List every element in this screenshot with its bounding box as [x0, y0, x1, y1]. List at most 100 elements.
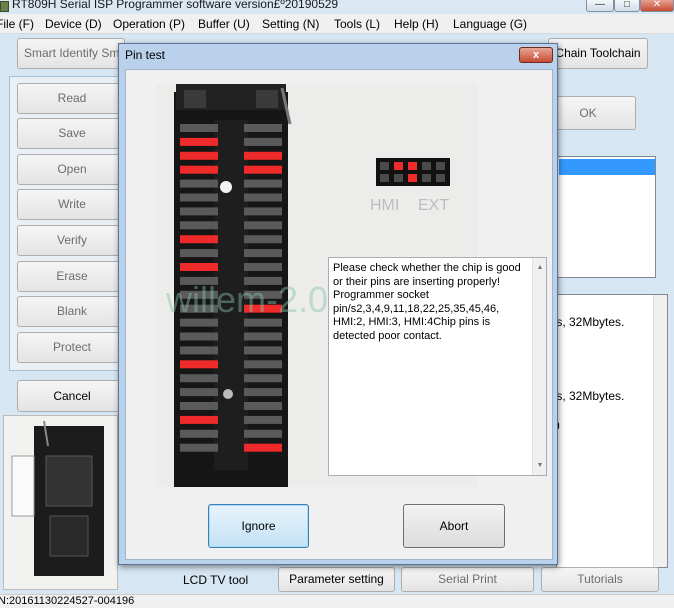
cancel-button[interactable]: Cancel: [17, 380, 127, 412]
socket-pin: [180, 374, 218, 383]
hmi-pin: [436, 162, 445, 170]
socket-pin: [244, 332, 282, 341]
hmi-pin-bad: [408, 162, 417, 170]
menu-file[interactable]: File (F): [0, 17, 34, 31]
socket-pin-bad: [244, 443, 282, 452]
socket-pin-bad: [180, 235, 218, 244]
socket-pin: [244, 221, 282, 230]
socket-pin: [244, 137, 282, 146]
abort-button[interactable]: Abort: [403, 504, 505, 548]
tutorials-tab[interactable]: Tutorials: [541, 567, 659, 592]
read-button[interactable]: Read: [17, 83, 127, 114]
socket-pin: [244, 415, 282, 424]
blank-button[interactable]: Blank: [17, 296, 127, 327]
close-window-button[interactable]: ✕: [640, 0, 674, 12]
socket-pin-bad: [180, 151, 218, 160]
socket-pin: [180, 429, 218, 438]
dialog-body: HMI EXT willem-2.0 Please check whether …: [125, 69, 553, 560]
menu-tools[interactable]: Tools (L): [334, 17, 380, 31]
ext-label: EXT: [418, 197, 449, 214]
socket-pin: [180, 346, 218, 355]
write-button[interactable]: Write: [17, 189, 127, 220]
socket-pin: [180, 443, 218, 452]
socket-pin: [244, 235, 282, 244]
erase-button[interactable]: Erase: [17, 261, 127, 292]
socket-pin: [244, 360, 282, 369]
socket-pin: [244, 374, 282, 383]
socket-pin: [180, 249, 218, 258]
menu-device[interactable]: Device (D): [45, 17, 102, 31]
socket-pin: [180, 207, 218, 216]
save-button[interactable]: Save: [17, 118, 127, 149]
socket-pin: [244, 429, 282, 438]
selected-list-item[interactable]: [559, 159, 655, 175]
log-line: ts, 32Mbytes.: [553, 389, 625, 403]
socket-pin: [244, 193, 282, 202]
socket-pin-bad: [180, 165, 218, 174]
socket-pin-bad: [180, 415, 218, 424]
log-output: ts, 32Mbytes. ts, 32Mbytes. 0: [553, 294, 668, 568]
lcd-tv-tool-tab[interactable]: LCD TV tool: [183, 573, 248, 587]
socket-pin-bad: [180, 263, 218, 271]
menu-help[interactable]: Help (H): [394, 17, 439, 31]
socket-pin-bad: [244, 165, 282, 174]
socket-pin: [180, 193, 218, 202]
socket-pin: [180, 332, 218, 341]
menu-language[interactable]: Language (G): [453, 17, 527, 31]
ignore-button[interactable]: Ignore: [208, 504, 309, 548]
socket-pin: [244, 207, 282, 216]
parameter-setting-tab[interactable]: Parameter setting: [278, 567, 395, 592]
scroll-down-icon[interactable]: ▼: [533, 459, 547, 473]
socket-hole-top: [220, 181, 232, 193]
smart-identify-button[interactable]: Smart Identify Sm: [17, 38, 125, 69]
dialog-title: Pin test: [125, 48, 166, 62]
title-bar: RT809H Serial ISP Programmer software ve…: [0, 0, 674, 14]
hmi-label: HMI: [370, 197, 399, 214]
minimize-button[interactable]: —: [586, 0, 614, 12]
chip-socket-photo: [3, 415, 118, 590]
menu-setting[interactable]: Setting (N): [262, 17, 319, 31]
hmi-pin: [380, 162, 389, 170]
hmi-pin: [380, 174, 389, 182]
maximize-button[interactable]: □: [614, 0, 640, 12]
window-title: RT809H Serial ISP Programmer software ve…: [12, 0, 339, 11]
socket-pin: [244, 346, 282, 355]
message-scrollbar[interactable]: ▲ ▼: [532, 258, 546, 475]
socket-pin-bad: [244, 151, 282, 160]
hmi-pin: [422, 162, 431, 170]
menu-bar: File (F) Device (D) Operation (P) Buffer…: [0, 14, 674, 34]
menu-operation[interactable]: Operation (P): [113, 17, 185, 31]
status-text: N:20161130224527-004196: [0, 595, 135, 607]
protect-button[interactable]: Protect: [17, 332, 127, 363]
menu-buffer[interactable]: Buffer (U): [198, 17, 250, 31]
device-list[interactable]: [556, 156, 656, 278]
hmi-pin: [394, 174, 403, 182]
verify-button[interactable]: Verify: [17, 225, 127, 256]
serial-print-tab[interactable]: Serial Print: [401, 567, 534, 592]
status-bar: N:20161130224527-004196: [0, 594, 674, 608]
watermark-text: willem-2.0: [165, 279, 328, 320]
socket-pin: [244, 388, 282, 397]
chain-toolchain-button[interactable]: Chain Toolchain: [548, 38, 648, 69]
socket-pin: [244, 124, 282, 132]
socket-pin: [244, 263, 282, 271]
open-button[interactable]: Open: [17, 154, 127, 185]
dialog-close-button[interactable]: x: [519, 47, 553, 63]
socket-pin-bad: [180, 360, 218, 369]
socket-pin: [244, 402, 282, 410]
socket-pin: [180, 179, 218, 188]
log-line: ts, 32Mbytes.: [553, 315, 625, 329]
socket-pin: [180, 402, 218, 410]
pin-test-dialog: Pin test x HMI EXT willem-2.0 Please che…: [118, 43, 558, 565]
socket-hole-bottom: [223, 389, 233, 399]
log-scrollbar[interactable]: [653, 295, 667, 567]
socket-pin: [244, 249, 282, 258]
hmi-pin: [422, 174, 431, 182]
socket-pin: [180, 388, 218, 397]
hmi-pin: [436, 174, 445, 182]
socket-pin: [180, 221, 218, 230]
scroll-up-icon[interactable]: ▲: [533, 261, 547, 275]
dialog-message: Please check whether the chip is good or…: [333, 262, 521, 342]
message-box[interactable]: Please check whether the chip is good or…: [328, 257, 547, 476]
app-icon: [0, 1, 9, 12]
